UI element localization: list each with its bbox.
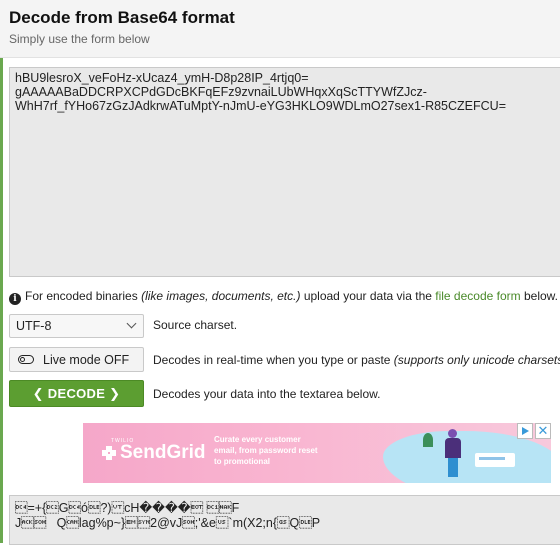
file-decode-form-link[interactable]: file decode form — [435, 289, 520, 303]
ad-brand-name: SendGrid — [120, 442, 206, 463]
ad-screen-illustration — [475, 453, 515, 467]
ad-person-illustration — [445, 429, 461, 477]
chevron-right-icon: ❯ — [109, 386, 121, 401]
decode-label: DECODE — [47, 386, 106, 401]
chevron-left-icon: ❮ — [32, 386, 44, 401]
live-mode-label: Live mode OFF — [43, 353, 130, 367]
page-header: Decode from Base64 format Simply use the… — [0, 0, 560, 58]
toggle-off-icon — [18, 355, 34, 364]
info-italic: (like images, documents, etc.) — [141, 289, 301, 303]
info-suffix: below. — [520, 289, 558, 303]
live-mode-description: Decodes in real-time when you type or pa… — [153, 353, 560, 367]
info-middle: upload your data via the — [300, 289, 436, 303]
charset-label: Source charset. — [153, 318, 238, 332]
left-accent-stripe — [0, 0, 3, 543]
info-prefix: For encoded binaries — [25, 289, 142, 303]
decoded-output-textarea[interactable]: =+{Gó?) cH���� F J Qlag%p~}2… — [9, 495, 560, 545]
decode-button[interactable]: ❮ DECODE ❯ — [9, 380, 144, 407]
info-icon: i — [9, 293, 21, 305]
live-mode-desc-italic: (supports only unicode charsets — [393, 353, 560, 367]
decode-description: Decodes your data into the textarea belo… — [153, 387, 381, 401]
sendgrid-logo-icon — [102, 446, 116, 460]
ad-copy-text: Curate every customer email, from passwo… — [214, 435, 318, 466]
encoded-input-textarea[interactable]: hBU9lesroX_veFoHz-xUcaz4_ymH-D8p28IP_4rt… — [9, 67, 560, 277]
live-mode-toggle-button[interactable]: Live mode OFF — [9, 347, 144, 372]
adchoices-icon[interactable] — [517, 423, 533, 439]
ad-close-icon[interactable]: ✕ — [535, 423, 551, 439]
chevron-down-icon — [126, 318, 137, 329]
page-subtitle: Simply use the form below — [9, 32, 150, 46]
ad-plant-illustration — [423, 433, 433, 447]
page-title: Decode from Base64 format — [9, 8, 235, 27]
charset-selected-value: UTF-8 — [16, 319, 52, 333]
sendgrid-ad-banner[interactable]: TWILIO SendGrid Curate every customer em… — [83, 423, 551, 483]
live-mode-desc-text: Decodes in real-time when you type or pa… — [153, 353, 394, 367]
binary-info-notice: i For encoded binaries (like images, docu… — [9, 289, 560, 305]
charset-select[interactable]: UTF-8 — [9, 314, 144, 338]
